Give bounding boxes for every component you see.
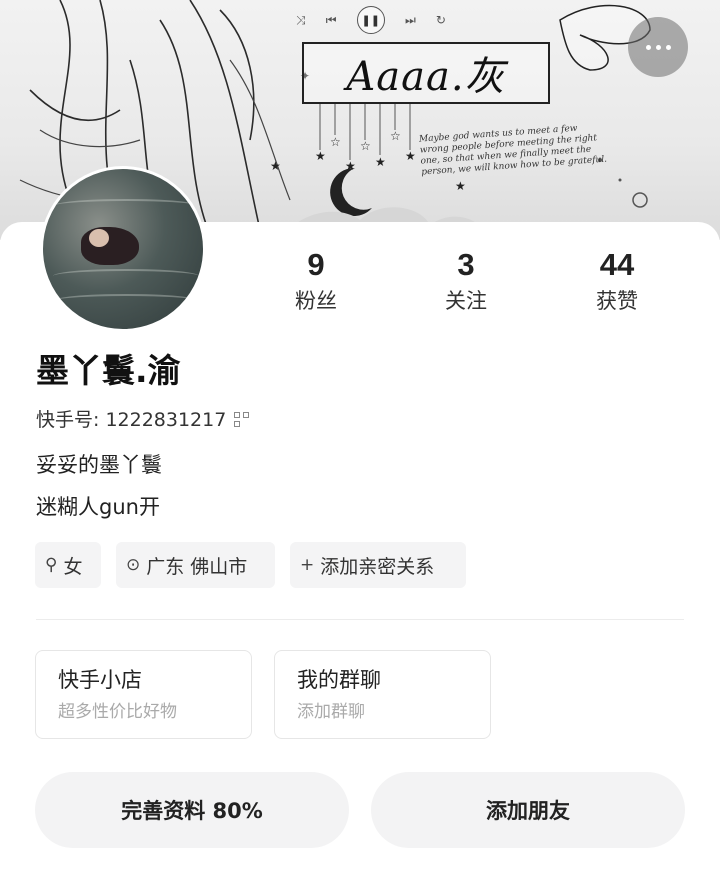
svg-text:★: ★ xyxy=(455,179,466,193)
feature-title: 我的群聊 xyxy=(297,668,381,692)
tag-label: 添加亲密关系 xyxy=(320,555,435,578)
avatar-face xyxy=(89,229,109,247)
tag-add-relationship[interactable]: + 添加亲密关系 xyxy=(290,542,466,588)
repeat-icon[interactable]: ↻ xyxy=(436,13,446,27)
location-pin-icon: ⊙ xyxy=(126,555,141,575)
skip-previous-icon[interactable]: ⏮ xyxy=(326,13,337,28)
following-label: 关注 xyxy=(445,289,487,313)
likes-label: 获赞 xyxy=(596,289,638,313)
svg-text:☆: ☆ xyxy=(360,139,371,153)
likes-count: 44 xyxy=(599,247,635,282)
more-dot xyxy=(655,44,661,50)
svg-text:★: ★ xyxy=(375,155,386,169)
stat-likes[interactable]: 44 获赞 xyxy=(562,246,672,316)
tag-label: 女 xyxy=(63,555,83,578)
complete-profile-button[interactable]: 完善资料 80% xyxy=(35,772,349,848)
avatar-water xyxy=(53,294,199,308)
divider xyxy=(36,619,684,620)
username: 墨丫鬟.渝 xyxy=(36,351,181,390)
profile-stats: 9 粉丝 3 关注 44 获赞 xyxy=(240,246,690,326)
stat-followers[interactable]: 9 粉丝 xyxy=(261,246,371,316)
music-player-controls: ⤨ ⏮ ❚❚ ⏭ ↻ xyxy=(296,6,446,34)
feature-title: 快手小店 xyxy=(58,668,142,692)
female-icon: ⚲ xyxy=(45,555,58,575)
tag-label: 广东 佛山市 xyxy=(146,555,248,578)
banner-title: Aaaa.灰 xyxy=(302,42,550,104)
more-options-button[interactable] xyxy=(628,17,688,77)
bio-line: 妥妥的墨丫鬟 xyxy=(36,453,162,477)
tag-location[interactable]: ⊙ 广东 佛山市 xyxy=(116,542,275,588)
tag-gender[interactable]: ⚲ 女 xyxy=(35,542,101,588)
bio-line: 迷糊人gun开 xyxy=(36,495,160,519)
avatar[interactable] xyxy=(40,166,206,332)
svg-text:☆: ☆ xyxy=(390,129,401,143)
more-dot xyxy=(665,44,671,50)
feature-group-chat[interactable]: 我的群聊 添加群聊 xyxy=(274,650,491,739)
svg-text:☆: ☆ xyxy=(330,135,341,149)
svg-text:★: ★ xyxy=(405,149,416,163)
feature-subtitle: 添加群聊 xyxy=(297,702,365,722)
stat-following[interactable]: 3 关注 xyxy=(411,246,521,316)
followers-label: 粉丝 xyxy=(295,289,337,313)
pause-icon[interactable]: ❚❚ xyxy=(356,6,385,34)
skip-next-icon[interactable]: ⏭ xyxy=(405,13,416,28)
followers-count: 9 xyxy=(307,247,325,282)
kuaishou-id-row[interactable]: 快手号: 1222831217 xyxy=(36,406,250,434)
plus-icon: + xyxy=(300,555,315,575)
add-friend-button[interactable]: 添加朋友 xyxy=(371,772,685,848)
following-count: 3 xyxy=(457,247,475,282)
svg-text:★: ★ xyxy=(270,159,281,173)
kuaishou-id: 快手号: 1222831217 xyxy=(36,409,227,431)
feature-shop[interactable]: 快手小店 超多性价比好物 xyxy=(35,650,252,739)
avatar-water xyxy=(53,199,199,213)
feature-subtitle: 超多性价比好物 xyxy=(58,702,177,722)
svg-text:★: ★ xyxy=(315,149,326,163)
qr-code-icon[interactable] xyxy=(234,412,250,428)
shuffle-icon[interactable]: ⤨ xyxy=(296,13,306,28)
avatar-water xyxy=(53,269,199,283)
more-horizontal-icon xyxy=(645,44,651,50)
